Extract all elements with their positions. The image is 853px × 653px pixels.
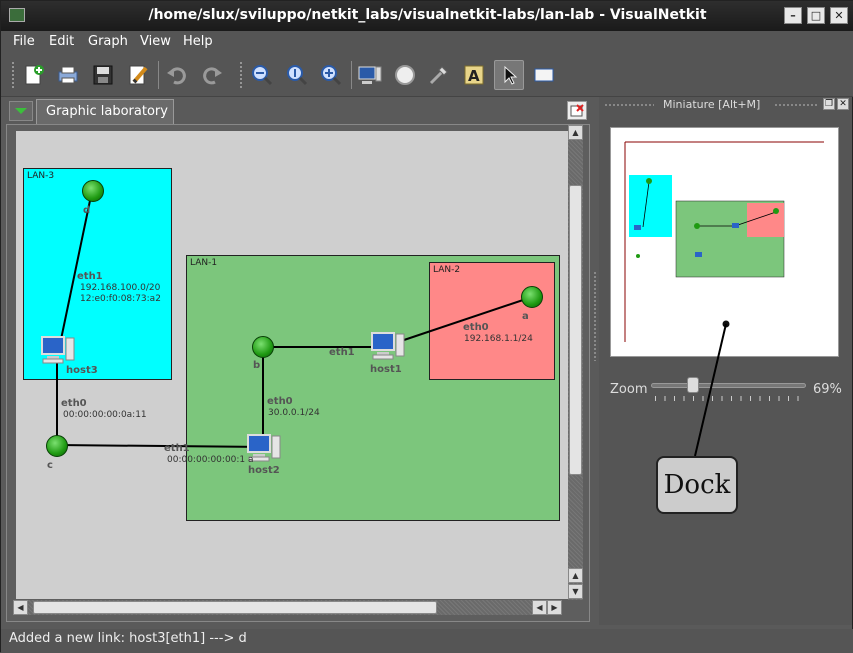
save-icon[interactable] [88,60,118,90]
new-file-icon[interactable] [19,60,49,90]
graphic-laboratory-area: Graphic laboratory LAN-3 LAN-1 LAN-2 d a… [6,97,591,625]
collision-domain-node-c[interactable] [46,435,68,457]
interface-ip: 192.168.1.1/24 [464,334,533,344]
collision-domain-node-d[interactable] [82,180,104,202]
node-label-b: b [253,360,261,371]
scroll-left-button[interactable]: ◀ [13,600,28,615]
links-layer [56,190,533,448]
horizontal-scrollbar[interactable]: ◀ ◀ ▶ [13,600,562,615]
close-icon [570,104,584,117]
zoom-reset-icon[interactable] [282,60,312,90]
add-label-icon[interactable]: A [459,60,489,90]
undo-icon[interactable] [162,60,192,90]
zoom-out-icon[interactable] [247,60,277,90]
host3[interactable] [41,335,75,365]
link-c-host2[interactable] [56,444,263,448]
maximize-button[interactable]: □ [807,7,825,24]
interface-label[interactable]: eth0 [267,396,293,407]
collision-domain-node-a[interactable] [521,286,543,308]
status-bar: Added a new link: host3[eth1] ---> d [1,629,853,653]
edit-icon[interactable] [123,60,153,90]
interface-mac: 00:00:00:00:00:1 a [167,455,254,465]
host-label-host2: host2 [248,465,280,476]
chevron-down-icon [15,108,27,114]
print-icon[interactable] [53,60,83,90]
computer-icon [371,332,405,360]
interface-label[interactable]: eth0 [463,322,489,333]
redo-icon[interactable] [197,60,227,90]
toolbar-separator [351,61,352,89]
select-area-icon[interactable] [529,60,559,90]
tab-graphic-laboratory[interactable]: Graphic laboratory [36,99,174,124]
pointer-icon[interactable] [494,60,524,90]
graph-view: LAN-3 LAN-1 LAN-2 d a b c host3 host1 ho… [6,124,590,622]
scroll-up-button[interactable]: ▲ [568,125,583,140]
scroll-down-button[interactable]: ▼ [568,584,583,599]
host-label-host1: host1 [370,364,402,375]
dock-callout: Dock [656,456,738,514]
interface-mac: 00:00:00:00:0a:11 [63,410,147,420]
scroll-up-button[interactable]: ▲ [568,568,583,583]
menu-graph[interactable]: Graph [88,34,128,49]
graph-canvas[interactable]: LAN-3 LAN-1 LAN-2 d a b c host3 host1 ho… [16,131,568,599]
scroll-left-button[interactable]: ◀ [532,600,547,615]
collision-domain-node-b[interactable] [252,336,274,358]
menu-file[interactable]: File [13,34,35,49]
title-bar: /home/slux/sviluppo/netkit_labs/visualne… [1,1,853,31]
toolbar-grip[interactable] [11,61,15,89]
zoom-in-icon[interactable] [316,60,346,90]
interface-ip: 30.0.0.1/24 [268,408,320,418]
add-host-icon[interactable] [355,60,385,90]
interface-label[interactable]: eth1 [329,347,355,358]
menu-edit[interactable]: Edit [49,34,74,49]
toolbar-separator [158,61,159,89]
node-label-c: c [47,460,53,471]
minimize-button[interactable]: – [784,7,802,24]
svg-text:A: A [468,67,480,85]
vertical-scrollbar[interactable]: ▲ ▲ ▼ [568,125,583,600]
interface-label[interactable]: eth1 [164,443,190,454]
node-label-a: a [522,311,529,322]
callout-pointer [694,323,727,457]
computer-icon [41,336,75,364]
menu-bar: File Edit Graph View Help [1,31,853,53]
dock-splitter[interactable] [593,271,597,361]
close-tab-button[interactable] [567,101,587,120]
close-window-button[interactable]: ✕ [830,7,848,24]
interface-label[interactable]: eth0 [61,398,87,409]
tab-corner-menu[interactable] [9,101,33,121]
horizontal-scroll-thumb[interactable] [33,601,437,614]
host-label-host3: host3 [66,365,98,376]
interface-ip: 192.168.100.0/20 [80,283,161,293]
toolbar: A [1,53,853,97]
add-collision-domain-icon[interactable] [390,60,420,90]
menu-view[interactable]: View [140,34,171,49]
host1[interactable] [371,331,405,361]
scroll-right-button[interactable]: ▶ [547,600,562,615]
add-link-icon[interactable] [424,60,454,90]
status-message: Added a new link: host3[eth1] ---> d [9,631,247,646]
interface-label[interactable]: eth1 [77,271,103,282]
interface-mac: 12:e0:f0:08:73:a2 [80,294,161,304]
menu-help[interactable]: Help [183,34,213,49]
miniature-dock: Miniature [Alt+M] ❐ ✕ Zoom 69% Dock [599,97,852,625]
toolbar-grip[interactable] [239,61,243,89]
window-title: /home/slux/sviluppo/netkit_labs/visualne… [148,7,707,23]
node-label-d: d [83,205,91,216]
vertical-scroll-thumb[interactable] [569,185,582,475]
main-window: /home/slux/sviluppo/netkit_labs/visualne… [0,0,853,653]
